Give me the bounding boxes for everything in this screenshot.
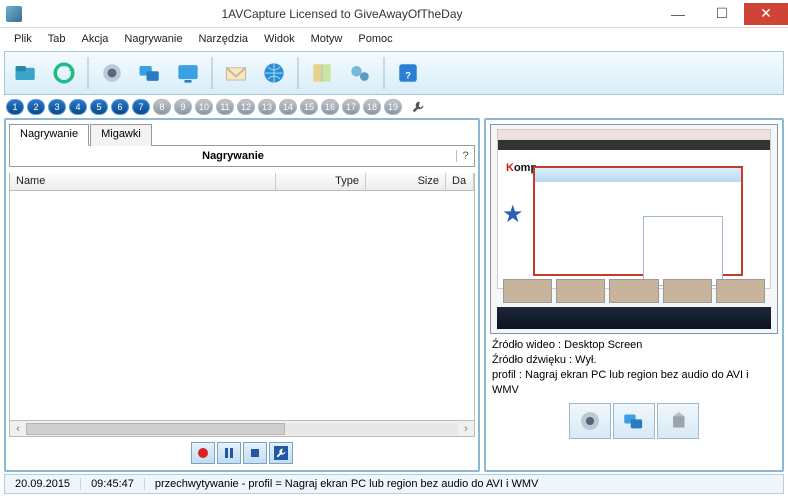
menu-bar: Plik Tab Akcja Nagrywanie Narzędzia Wido… bbox=[0, 28, 788, 50]
star-icon: ★ bbox=[502, 200, 524, 229]
scroll-thumb[interactable] bbox=[26, 423, 285, 435]
toolbar-separator bbox=[87, 57, 89, 89]
col-name[interactable]: Name bbox=[10, 173, 276, 190]
audio-source-button[interactable] bbox=[657, 403, 699, 439]
audio-source-value: Wył. bbox=[575, 354, 596, 366]
status-text: przechwytywanie - profil = Nagraj ekran … bbox=[145, 478, 783, 490]
pause-button[interactable] bbox=[217, 442, 241, 464]
tab-migawki[interactable]: Migawki bbox=[90, 124, 152, 146]
menu-akcja[interactable]: Akcja bbox=[73, 31, 116, 47]
scroll-track[interactable] bbox=[26, 423, 458, 435]
col-da[interactable]: Da bbox=[446, 173, 474, 190]
grid-body[interactable] bbox=[9, 191, 475, 421]
tab-nagrywanie[interactable]: Nagrywanie bbox=[9, 124, 89, 146]
close-button[interactable]: ✕ bbox=[744, 3, 788, 25]
profile-10[interactable]: 10 bbox=[195, 99, 213, 115]
toolbar-open-icon[interactable] bbox=[9, 56, 43, 90]
profile-13[interactable]: 13 bbox=[258, 99, 276, 115]
source-info: Źródło wideo : Desktop Screen Źródło dźw… bbox=[490, 334, 778, 401]
profile-9[interactable]: 9 bbox=[174, 99, 192, 115]
profile-6[interactable]: 6 bbox=[111, 99, 129, 115]
profile-16[interactable]: 16 bbox=[321, 99, 339, 115]
video-source-label: Źródło wideo : bbox=[492, 339, 564, 351]
record-controls bbox=[9, 439, 475, 467]
app-icon bbox=[6, 6, 22, 22]
window-title: 1AVCapture Licensed to GiveAwayOfTheDay bbox=[28, 7, 656, 21]
toolbar-screens-icon[interactable] bbox=[133, 56, 167, 90]
profile-1[interactable]: 1 bbox=[6, 99, 24, 115]
menu-widok[interactable]: Widok bbox=[256, 31, 303, 47]
horizontal-scrollbar[interactable]: ‹ › bbox=[9, 421, 475, 437]
menu-tab[interactable]: Tab bbox=[40, 31, 74, 47]
profile-number-bar: 1 2 3 4 5 6 7 8 9 10 11 12 13 14 15 16 1… bbox=[0, 96, 788, 118]
profile-label: profil : bbox=[492, 369, 525, 381]
profile-value: Nagraj ekran PC lub region bez audio do … bbox=[492, 369, 749, 396]
status-date: 20.09.2015 bbox=[5, 478, 81, 490]
grid-header: Name Type Size Da bbox=[9, 173, 475, 191]
scroll-right-icon[interactable]: › bbox=[458, 423, 474, 435]
subheader-help-button[interactable]: ? bbox=[456, 150, 474, 162]
preview-taskbar bbox=[497, 307, 771, 329]
menu-motyw[interactable]: Motyw bbox=[303, 31, 351, 47]
source-buttons bbox=[490, 403, 778, 439]
right-panel: Komp ★ Źródło wideo : Desktop Screen Źró… bbox=[484, 118, 784, 472]
profile-15[interactable]: 15 bbox=[300, 99, 318, 115]
profile-7[interactable]: 7 bbox=[132, 99, 150, 115]
maximize-button[interactable]: ☐ bbox=[700, 3, 744, 25]
toolbar-globe-icon[interactable] bbox=[257, 56, 291, 90]
toolbar-camera-icon[interactable] bbox=[95, 56, 129, 90]
menu-pomoc[interactable]: Pomoc bbox=[350, 31, 400, 47]
profile-17[interactable]: 17 bbox=[342, 99, 360, 115]
toolbar-separator bbox=[297, 57, 299, 89]
subheader: Nagrywanie ? bbox=[9, 145, 475, 167]
preview-inner-window bbox=[533, 166, 743, 276]
menu-plik[interactable]: Plik bbox=[6, 31, 40, 47]
video-source-value: Desktop Screen bbox=[564, 339, 642, 351]
title-bar: 1AVCapture Licensed to GiveAwayOfTheDay … bbox=[0, 0, 788, 28]
preview-thumbnails bbox=[503, 279, 765, 303]
video-source-button[interactable] bbox=[569, 403, 611, 439]
preview-window: Komp ★ bbox=[497, 129, 771, 289]
profile-2[interactable]: 2 bbox=[27, 99, 45, 115]
profile-12[interactable]: 12 bbox=[237, 99, 255, 115]
scroll-left-icon[interactable]: ‹ bbox=[10, 423, 26, 435]
preview-area: Komp ★ bbox=[490, 124, 778, 334]
toolbar-separator bbox=[211, 57, 213, 89]
status-time: 09:45:47 bbox=[81, 478, 145, 490]
wrench-icon[interactable] bbox=[409, 98, 427, 116]
profile-18[interactable]: 18 bbox=[363, 99, 381, 115]
settings-wrench-button[interactable] bbox=[269, 442, 293, 464]
col-type[interactable]: Type bbox=[276, 173, 366, 190]
status-bar: 20.09.2015 09:45:47 przechwytywanie - pr… bbox=[4, 474, 784, 494]
profile-4[interactable]: 4 bbox=[69, 99, 87, 115]
col-size[interactable]: Size bbox=[366, 173, 446, 190]
subheader-label: Nagrywanie bbox=[10, 150, 456, 162]
profile-5[interactable]: 5 bbox=[90, 99, 108, 115]
left-panel: Nagrywanie Migawki Nagrywanie ? Name Typ… bbox=[4, 118, 480, 472]
toolbar-refresh-icon[interactable] bbox=[47, 56, 81, 90]
main-area: Nagrywanie Migawki Nagrywanie ? Name Typ… bbox=[0, 118, 788, 472]
toolbar-separator bbox=[383, 57, 385, 89]
toolbar-gears-icon[interactable] bbox=[343, 56, 377, 90]
profile-3[interactable]: 3 bbox=[48, 99, 66, 115]
profile-8[interactable]: 8 bbox=[153, 99, 171, 115]
toolbar-screen-icon[interactable] bbox=[171, 56, 205, 90]
record-button[interactable] bbox=[191, 442, 215, 464]
stop-button[interactable] bbox=[243, 442, 267, 464]
svg-text:?: ? bbox=[405, 70, 411, 81]
profile-14[interactable]: 14 bbox=[279, 99, 297, 115]
audio-source-label: Źródło dźwięku : bbox=[492, 354, 575, 366]
menu-nagrywanie[interactable]: Nagrywanie bbox=[116, 31, 190, 47]
toolbar-mail-icon[interactable] bbox=[219, 56, 253, 90]
profile-19[interactable]: 19 bbox=[384, 99, 402, 115]
menu-narzedzia[interactable]: Narzędzia bbox=[190, 31, 256, 47]
toolbar-book-icon[interactable] bbox=[305, 56, 339, 90]
minimize-button[interactable]: — bbox=[656, 3, 700, 25]
region-source-button[interactable] bbox=[613, 403, 655, 439]
profile-11[interactable]: 11 bbox=[216, 99, 234, 115]
toolbar-help-icon[interactable]: ? bbox=[391, 56, 425, 90]
main-toolbar: ? bbox=[4, 51, 784, 95]
tabs: Nagrywanie Migawki bbox=[9, 123, 475, 145]
